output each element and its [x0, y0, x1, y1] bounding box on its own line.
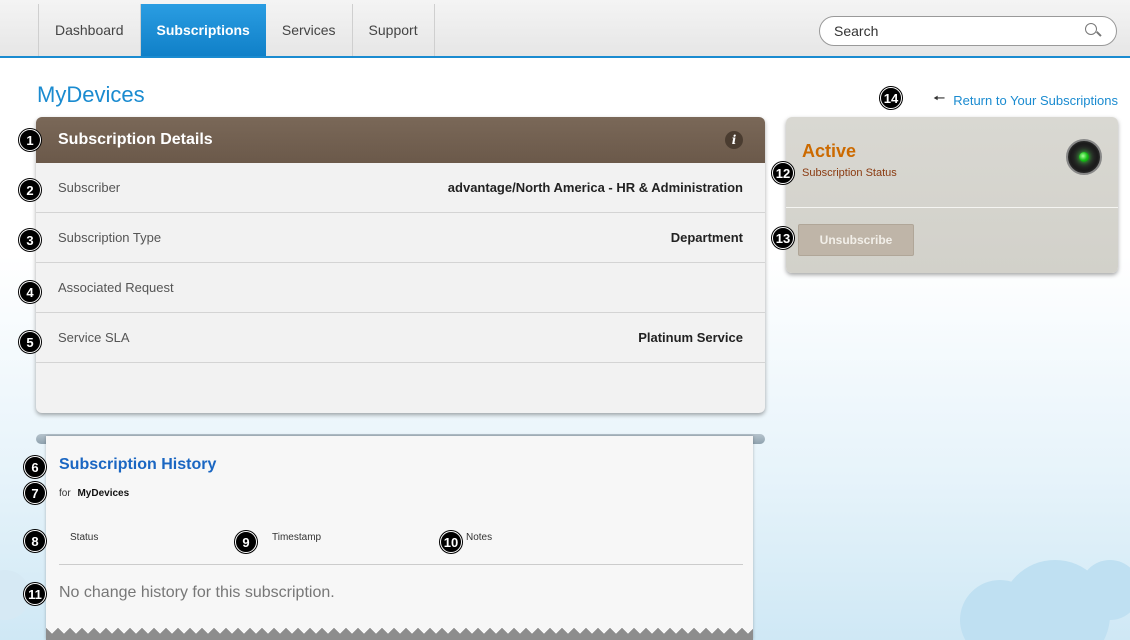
annotation-badge-1: 1 [19, 129, 41, 151]
history-zigzag-edge [46, 628, 753, 640]
annotation-badge-4: 4 [19, 281, 41, 303]
info-icon[interactable]: i [725, 131, 743, 149]
detail-row-subscriber: Subscriber advantage/North America - HR … [36, 163, 765, 213]
tab-dashboard[interactable]: Dashboard [38, 4, 141, 56]
detail-label: Subscriber [58, 180, 121, 195]
subscription-history-title: Subscription History [59, 456, 217, 473]
status-subtitle: Subscription Status [802, 167, 897, 179]
detail-label: Service SLA [58, 330, 130, 345]
history-for-value: MyDevices [77, 488, 130, 499]
status-led-icon [1066, 139, 1102, 175]
history-divider [59, 564, 743, 565]
column-header-status: Status [70, 532, 99, 543]
status-divider [786, 207, 1118, 208]
return-link-label: Return to Your Subscriptions [953, 92, 1118, 108]
history-for-line: for MyDevices [59, 488, 129, 499]
status-title: Active [802, 141, 857, 161]
annotation-badge-7: 7 [24, 482, 46, 504]
detail-label: Associated Request [58, 280, 174, 295]
history-empty-message: No change history for this subscription. [59, 584, 335, 601]
detail-row-service-sla: Service SLA Platinum Service [36, 313, 765, 363]
annotation-badge-11: 11 [24, 583, 46, 605]
search-input[interactable] [834, 23, 1084, 39]
annotation-badge-12: 12 [772, 162, 794, 184]
arrow-left-icon: 🠔 [932, 90, 946, 106]
subscription-details-title: Subscription Details [58, 131, 213, 148]
tab-subscriptions[interactable]: Subscriptions [140, 4, 266, 56]
top-navigation-bar: Dashboard Subscriptions Services Support [0, 0, 1130, 58]
annotation-badge-13: 13 [772, 227, 794, 249]
annotation-badge-2: 2 [19, 179, 41, 201]
return-to-subscriptions-link[interactable]: 🠔 Return to Your Subscriptions [933, 88, 1118, 112]
subscription-details-panel: Subscription Details i Subscriber advant… [36, 117, 765, 413]
detail-label: Subscription Type [58, 230, 162, 245]
detail-row-subscription-type: Subscription Type Department [36, 213, 765, 263]
detail-row-associated-request: Associated Request [36, 263, 765, 313]
annotation-badge-3: 3 [19, 229, 41, 251]
search-icon[interactable] [1084, 22, 1102, 40]
nav-tabs: Dashboard Subscriptions Services Support [38, 4, 435, 56]
annotation-badge-5: 5 [19, 331, 41, 353]
annotation-badge-14: 14 [880, 87, 902, 109]
annotation-badge-10: 10 [440, 531, 462, 553]
annotation-badge-9: 9 [235, 531, 257, 553]
detail-value: advantage/North America - HR & Administr… [447, 180, 743, 195]
subscription-details-header: Subscription Details i [36, 117, 765, 163]
annotation-badge-8: 8 [24, 530, 46, 552]
detail-value: Department [670, 230, 743, 245]
column-header-notes: Notes [466, 532, 493, 543]
detail-value: Platinum Service [638, 330, 743, 345]
subscription-history-panel: Subscription History for MyDevices Statu… [46, 436, 753, 640]
unsubscribe-button[interactable]: Unsubscribe [798, 224, 914, 256]
page-title: MyDevices [37, 82, 145, 107]
subscription-status-card: Active Subscription Status Unsubscribe [786, 117, 1118, 273]
search-box [819, 16, 1117, 46]
tab-support[interactable]: Support [353, 4, 435, 56]
annotation-badge-6: 6 [24, 456, 46, 478]
history-for-label: for [59, 488, 71, 499]
column-header-timestamp: Timestamp [272, 532, 322, 543]
tab-services[interactable]: Services [266, 4, 353, 56]
